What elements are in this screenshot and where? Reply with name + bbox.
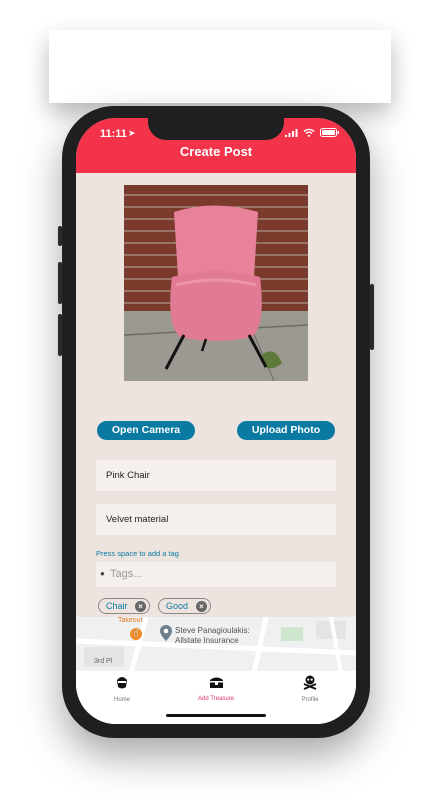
tab-home[interactable]: Home [82, 675, 162, 703]
chair-photo [124, 185, 308, 381]
location-arrow-icon: ➤ [128, 128, 136, 138]
phone-volume-down [58, 314, 62, 356]
treasure-chest-icon [209, 677, 223, 688]
title-field[interactable]: Pink Chair [96, 460, 336, 491]
description-field[interactable]: Velvet material [96, 504, 336, 535]
place-label-line2: Allstate Insurance [175, 636, 239, 645]
tag-chip-label: Chair [106, 601, 128, 611]
tag-chip-label: Good [166, 601, 189, 611]
upload-photo-button[interactable]: Upload Photo [237, 421, 335, 440]
phone-power-button [370, 284, 374, 350]
tags-input[interactable]: ● Tags... [96, 562, 336, 587]
open-camera-button[interactable]: Open Camera [97, 421, 195, 440]
tab-profile-label: Profile [301, 697, 319, 703]
tag-chip: Chair × [98, 598, 150, 614]
promo-banner-card [49, 30, 391, 103]
battery-icon [320, 128, 339, 137]
restaurant-pin-icon: 🍴 [130, 628, 142, 640]
page-title: Create Post [179, 144, 253, 159]
tag-hint: Press space to add a tag [96, 549, 179, 558]
tags-placeholder: Tags... [110, 568, 143, 580]
place-label-line1: Steve Panagioulakis: [175, 626, 250, 635]
remove-tag-icon[interactable]: × [135, 601, 146, 612]
street-label: 3rd Pl [94, 658, 113, 665]
tag-chip: Good × [158, 598, 211, 614]
app-header: 11:11 ➤ Create Post [76, 118, 356, 173]
tab-add-treasure-label: Add Treasure [197, 696, 235, 702]
skull-crossbones-icon [303, 675, 317, 690]
tab-profile[interactable]: Profile [270, 675, 350, 703]
app-screen: 11:11 ➤ Create Post Open Camera Upload P… [76, 118, 356, 724]
home-icon [117, 677, 127, 689]
remove-tag-icon[interactable]: × [196, 601, 207, 612]
tag-icon: ● [100, 569, 105, 578]
status-icons [285, 128, 340, 137]
poi-takeout-label: Takeout [118, 617, 143, 624]
phone-mute-switch [58, 226, 62, 246]
tab-add-treasure[interactable]: Add Treasure [176, 675, 256, 702]
wifi-icon [303, 128, 315, 137]
home-indicator [166, 714, 266, 717]
status-time: 11:11 [100, 128, 127, 140]
tab-home-label: Home [113, 697, 130, 703]
camera-notch [148, 118, 284, 140]
location-map[interactable]: 🍴 Takeout Steve Panagioulakis: Allstate … [76, 617, 356, 673]
signal-icon [285, 128, 298, 137]
map-pin-icon [160, 625, 172, 641]
phone-volume-up [58, 262, 62, 304]
